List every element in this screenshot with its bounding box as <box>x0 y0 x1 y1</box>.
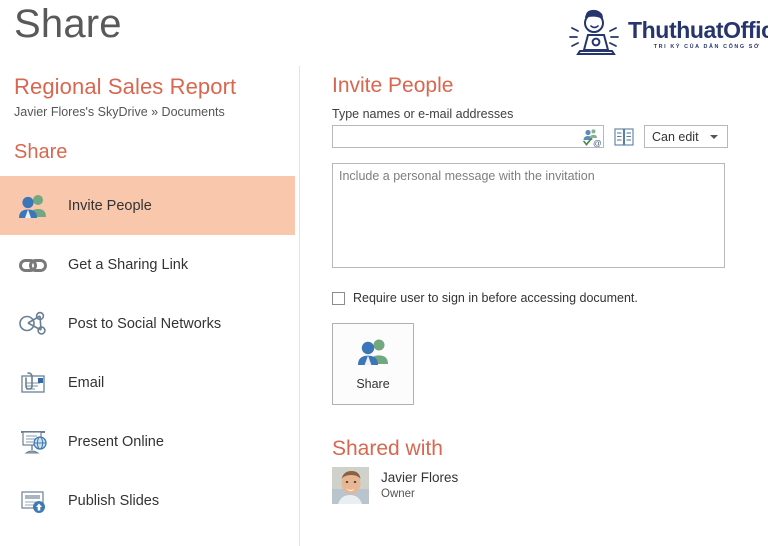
watermark-logo: ThuthuatOffice TRI KỶ CỦA DÂN CÔNG SỞ <box>562 4 760 66</box>
address-book-icon[interactable] <box>613 125 635 148</box>
sidebar-item-get-a-sharing-link[interactable]: Get a Sharing Link <box>0 235 295 294</box>
sidebar-item-label: Post to Social Networks <box>68 316 221 332</box>
projector-globe-icon <box>14 423 52 461</box>
sidebar-item-present-online[interactable]: Present Online <box>0 412 295 471</box>
check-names-icon[interactable]: @ <box>582 128 601 147</box>
permission-select-value: Can edit <box>645 130 710 144</box>
sidebar-item-email[interactable]: Email <box>0 353 295 412</box>
share-right-pane: Invite People Type names or e-mail addre… <box>332 66 752 504</box>
person-text: Javier Flores Owner <box>381 470 458 501</box>
sidebar-heading: Share <box>14 141 299 164</box>
require-signin-label: Require user to sign in before accessing… <box>353 291 638 305</box>
logo-name: ThuthuatOffice <box>628 19 768 42</box>
people-icon <box>356 337 390 367</box>
page-title: Share <box>14 2 122 47</box>
email-attachment-icon <box>14 364 52 402</box>
person-laptop-logo-icon <box>562 6 624 64</box>
share-button[interactable]: Share <box>332 323 414 405</box>
permission-select[interactable]: Can edit <box>644 125 728 148</box>
sidebar-item-publish-slides[interactable]: Publish Slides <box>0 471 295 530</box>
require-signin-row[interactable]: Require user to sign in before accessing… <box>332 291 752 305</box>
social-network-icon <box>14 305 52 343</box>
svg-text:@: @ <box>593 138 601 147</box>
shared-with-heading: Shared with <box>332 437 752 461</box>
sidebar-item-invite-people[interactable]: Invite People <box>0 176 295 235</box>
sidebar-item-post-to-social-networks[interactable]: Post to Social Networks <box>0 294 295 353</box>
person-role: Owner <box>381 487 458 501</box>
document-path: Javier Flores's SkyDrive » Documents <box>14 105 299 119</box>
chevron-down-icon <box>710 135 718 139</box>
share-left-pane: Regional Sales Report Javier Flores's Sk… <box>0 66 300 546</box>
avatar <box>332 467 369 504</box>
recipients-label: Type names or e-mail addresses <box>332 107 752 121</box>
sidebar-item-label: Present Online <box>68 434 164 450</box>
share-nav: Invite People Get a Sharing Link <box>0 176 299 530</box>
recipients-input[interactable] <box>333 126 603 147</box>
require-signin-checkbox[interactable] <box>332 292 345 305</box>
logo-tagline: TRI KỶ CỦA DÂN CÔNG SỞ <box>628 45 768 50</box>
sidebar-item-label: Get a Sharing Link <box>68 257 188 273</box>
list-item[interactable]: Javier Flores Owner <box>332 467 752 504</box>
personal-message-input[interactable] <box>332 163 725 268</box>
invite-people-heading: Invite People <box>332 74 752 98</box>
people-icon <box>14 187 52 225</box>
sidebar-item-label: Email <box>68 375 104 391</box>
document-title: Regional Sales Report <box>14 74 299 100</box>
chain-link-icon <box>14 246 52 284</box>
sidebar-item-label: Invite People <box>68 198 152 214</box>
recipients-input-wrap: @ <box>332 125 604 148</box>
slide-upload-icon <box>14 482 52 520</box>
recipient-row: @ Can edit <box>332 125 752 148</box>
share-button-label: Share <box>356 377 389 391</box>
sidebar-item-label: Publish Slides <box>68 493 159 509</box>
person-name: Javier Flores <box>381 470 458 487</box>
